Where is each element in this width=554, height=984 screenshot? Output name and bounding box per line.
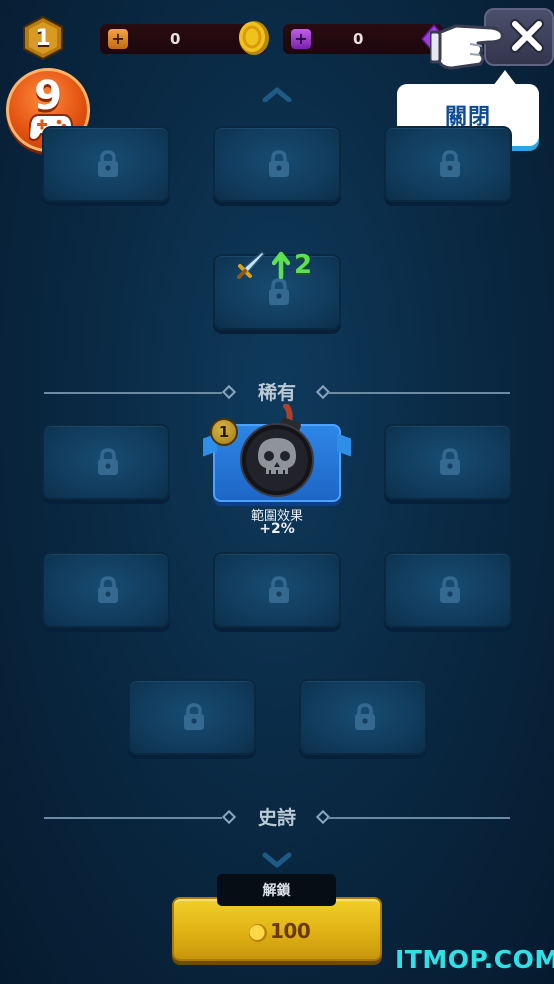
unlock-button[interactable]: 100 (172, 897, 382, 961)
unlock-price: 100 (270, 919, 311, 943)
item-bonus: +2% (259, 521, 295, 537)
lock-icon (98, 576, 118, 603)
locked-slot[interactable] (213, 552, 341, 628)
player-level-badge: 1 (22, 16, 64, 60)
gold-amount: 0 (170, 30, 181, 48)
attack-upgrade-indicator: 2 (236, 250, 312, 280)
scroll-down-chevron-icon[interactable] (262, 852, 292, 868)
section-title-epic: 史詩 (257, 807, 296, 829)
gem-amount: 0 (353, 30, 364, 48)
up-arrow-icon (272, 251, 290, 279)
item-level-badge: 1 (210, 418, 238, 446)
locked-slot[interactable] (213, 126, 341, 202)
item-level: 1 (218, 423, 230, 441)
locked-slot[interactable] (42, 126, 170, 202)
lock-icon (184, 703, 204, 730)
locked-slot[interactable] (42, 424, 170, 500)
gem-currency-bar: + 0 (283, 24, 447, 54)
locked-slot[interactable] (299, 679, 427, 755)
locked-slot[interactable] (42, 552, 170, 628)
lock-icon (440, 150, 460, 177)
unlock-label: 解鎖 (262, 883, 291, 899)
lock-icon (98, 448, 118, 475)
locked-slot[interactable] (384, 552, 512, 628)
section-title-rare: 稀有 (257, 382, 296, 404)
sword-icon (237, 250, 266, 279)
gold-coin-icon (239, 21, 269, 55)
close-icon[interactable] (509, 18, 545, 54)
lock-icon (269, 150, 289, 177)
gold-currency-bar: + 0 (100, 21, 269, 55)
locked-slot[interactable] (384, 126, 512, 202)
lock-icon (440, 448, 460, 475)
lock-icon (355, 703, 375, 730)
lock-icon (269, 576, 289, 603)
add-gold-button[interactable]: + (108, 29, 128, 49)
locked-slot[interactable] (128, 679, 256, 755)
lock-icon (269, 278, 289, 305)
lock-icon (98, 150, 118, 177)
section-divider-epic: 史詩 (44, 803, 510, 833)
skull-bomb-icon[interactable] (236, 404, 318, 502)
lock-icon (440, 576, 460, 603)
attack-upgrade-value: 2 (294, 250, 313, 280)
gold-coin-icon (249, 924, 267, 942)
pointing-hand-icon (430, 24, 504, 70)
add-gem-button[interactable]: + (291, 29, 311, 49)
locked-slot[interactable] (384, 424, 512, 500)
watermark: ITMOP.COM (395, 945, 554, 974)
player-level: 1 (35, 25, 51, 51)
unlock-label-box: 解鎖 (217, 874, 336, 906)
scroll-up-chevron-icon[interactable] (262, 86, 292, 102)
